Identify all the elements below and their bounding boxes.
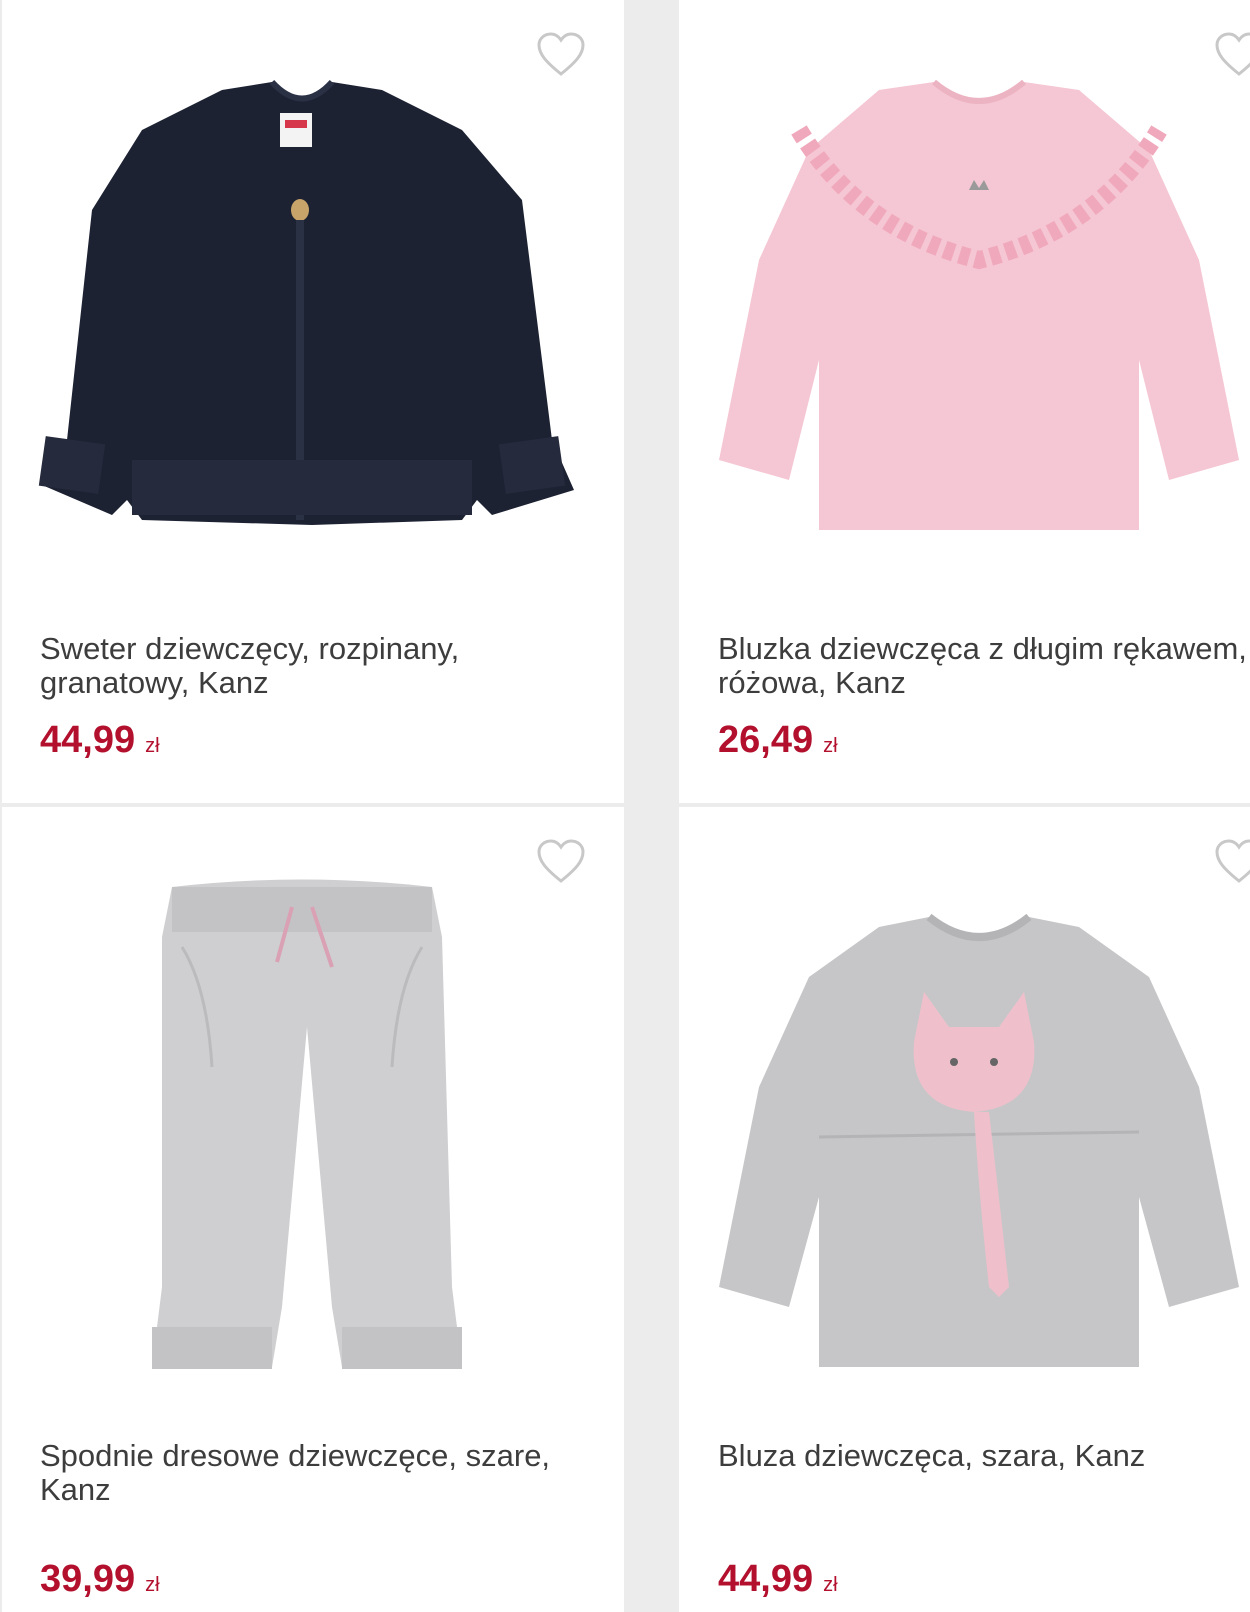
product-title[interactable]: Bluza dziewczęca, szara, Kanz — [718, 1439, 1250, 1473]
product-title[interactable]: Sweter dziewczęcy, rozpinany, granatowy,… — [40, 632, 580, 700]
price-currency: zł — [823, 1574, 838, 1596]
product-grid: Sweter dziewczęcy, rozpinany, granatowy,… — [0, 0, 1250, 1612]
product-card[interactable]: Sweter dziewczęcy, rozpinany, granatowy,… — [2, 0, 624, 803]
product-price: 26,49 zł — [718, 720, 838, 766]
product-title[interactable]: Bluzka dziewczęca z długim rękawem, różo… — [718, 632, 1250, 700]
product-price: 39,99 zł — [40, 1559, 160, 1605]
pink-blouse-image[interactable] — [699, 60, 1250, 580]
price-currency: zł — [823, 735, 838, 757]
price-value: 26,49 — [718, 719, 814, 761]
product-card[interactable]: Spodnie dresowe dziewczęce, szare, Kanz … — [2, 807, 624, 1612]
product-card[interactable]: Bluza dziewczęca, szara, Kanz 44,99 zł — [679, 807, 1250, 1612]
navy-cardigan-image[interactable] — [22, 60, 582, 580]
price-value: 44,99 — [40, 719, 136, 761]
price-value: 44,99 — [718, 1558, 814, 1600]
product-title[interactable]: Spodnie dresowe dziewczęce, szare, Kanz — [40, 1439, 580, 1507]
grey-sweatpants-image[interactable] — [22, 867, 582, 1387]
price-value: 39,99 — [40, 1558, 136, 1600]
product-card[interactable]: Bluzka dziewczęca z długim rękawem, różo… — [679, 0, 1250, 803]
price-currency: zł — [145, 1574, 160, 1596]
product-price: 44,99 zł — [718, 1559, 838, 1605]
price-currency: zł — [145, 735, 160, 757]
product-price: 44,99 zł — [40, 720, 160, 766]
grey-cat-sweatshirt-image[interactable] — [699, 867, 1250, 1387]
